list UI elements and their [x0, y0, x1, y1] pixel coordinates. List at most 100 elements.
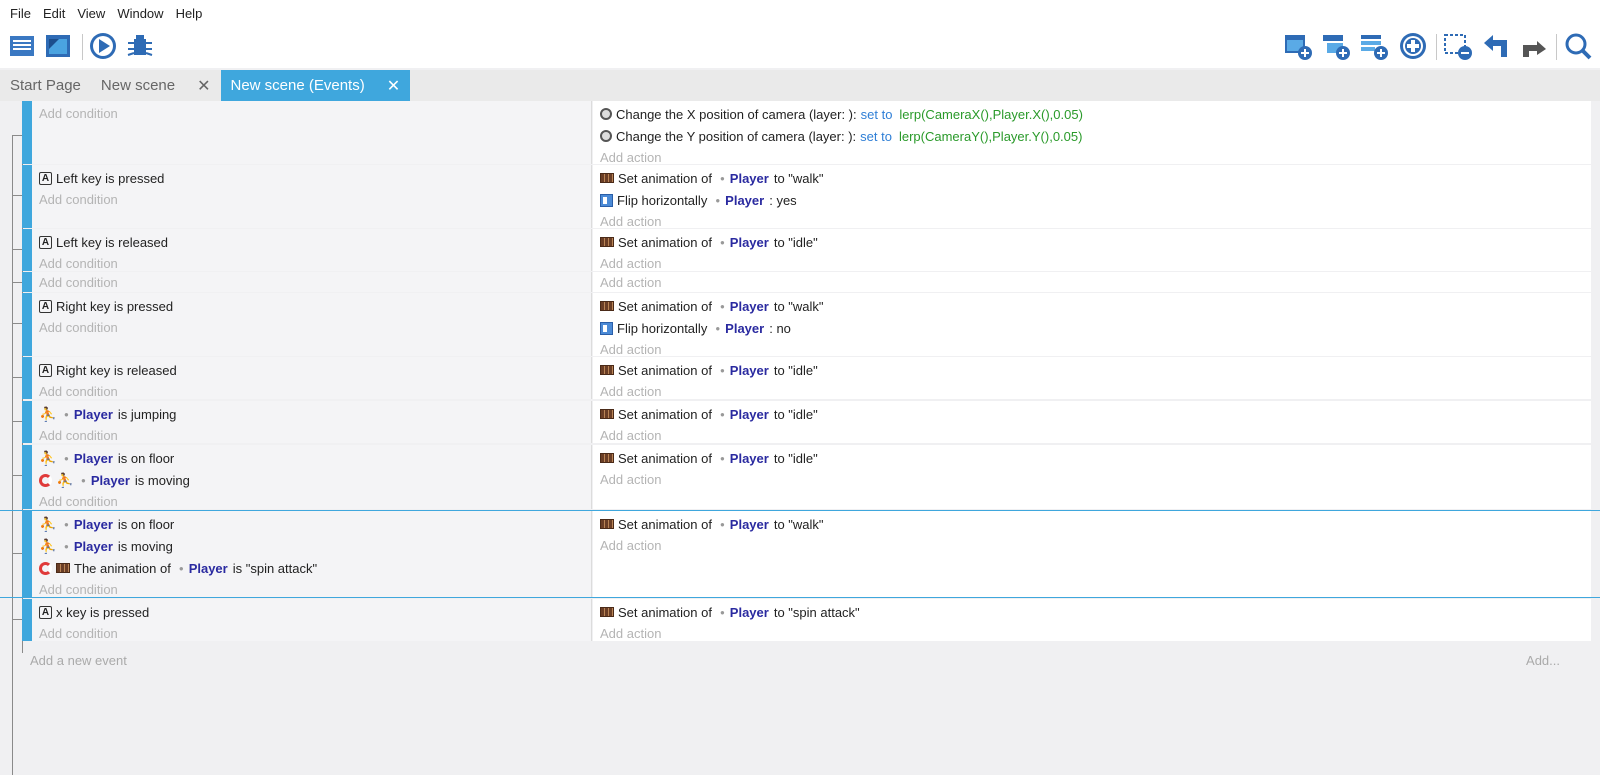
delete-event-icon[interactable] — [1442, 30, 1474, 62]
close-icon[interactable]: ✕ — [197, 76, 210, 96]
add-condition-link[interactable]: Add condition — [32, 491, 591, 511]
conditions-column: A Left key is released Add condition — [32, 229, 592, 271]
conditions-column: A Left key is pressed Add condition — [32, 165, 592, 228]
menu-help[interactable]: Help — [173, 3, 206, 24]
event-row[interactable]: A x key is pressed Add condition Set ani… — [0, 599, 1600, 641]
action-item[interactable]: Set animation of ● Player to "idle" — [593, 231, 1591, 253]
action-item[interactable]: Set animation of ● Player to "idle" — [593, 359, 1591, 381]
condition-item[interactable]: A x key is pressed — [32, 601, 591, 623]
event-row[interactable]: ⛹ ● Player is on floor ⛹ ● Player is movin… — [0, 445, 1600, 509]
add-action-link[interactable]: Add action — [593, 381, 1591, 401]
conditions-column: ⛹ ● Player is jumping Add condition — [32, 401, 592, 443]
event-row[interactable]: Add condition Add action — [0, 272, 1600, 292]
platformer-icon: ⛹ — [39, 449, 57, 466]
condition-item[interactable]: A Right key is released — [32, 359, 591, 381]
add-subevent-icon[interactable] — [1320, 30, 1352, 62]
events-sheet: Add condition Change the X position of c… — [0, 101, 1600, 775]
conditions-column: ⛹ ● Player is on floor ⛹ ● Player is movin… — [32, 445, 592, 509]
event-row-selected[interactable]: ⛹ ● Player is on floor ⛹ ● Player is movin… — [0, 510, 1600, 599]
action-item[interactable]: Change the Y position of camera (layer: … — [593, 125, 1591, 147]
add-condition-link[interactable]: Add condition — [32, 317, 591, 337]
condition-item[interactable]: ⛹ ● Player is jumping — [32, 403, 591, 425]
add-condition-link[interactable]: Add condition — [32, 381, 591, 401]
add-comment-icon[interactable] — [1358, 30, 1390, 62]
action-item[interactable]: Set animation of ● Player to "idle" — [593, 403, 1591, 425]
add-condition-link[interactable]: Add condition — [32, 579, 591, 599]
action-item[interactable]: Set animation of ● Player to "walk" — [593, 513, 1591, 535]
actions-column: Set animation of ● Player to "walk" Flip … — [593, 165, 1591, 231]
add-condition-link[interactable]: Add condition — [32, 103, 591, 123]
action-item[interactable]: Flip horizontally ● Player : no — [593, 317, 1591, 339]
condition-item[interactable]: ⛹ ● Player is moving — [32, 535, 591, 557]
animation-icon — [600, 237, 614, 247]
debugger-icon[interactable] — [124, 30, 156, 62]
actions-column: Set animation of ● Player to "spin attack… — [593, 599, 1591, 641]
conditions-column: Add condition — [32, 101, 592, 164]
add-action-link[interactable]: Add action — [593, 469, 1591, 489]
event-row[interactable]: A Right key is pressed Add condition Set… — [0, 293, 1600, 359]
menu-bar: File Edit View Window Help — [0, 0, 1600, 26]
action-item[interactable]: Flip horizontally ● Player : yes — [593, 189, 1591, 211]
tab-bar: Start Page New scene ✕ New scene (Events)… — [0, 70, 1600, 101]
redo-icon[interactable] — [1518, 30, 1550, 62]
search-icon[interactable] — [1562, 30, 1594, 62]
scene-editor-icon[interactable] — [42, 30, 74, 62]
add-action-link[interactable]: Add action — [593, 425, 1591, 445]
menu-view[interactable]: View — [74, 3, 108, 24]
tab-new-scene-events[interactable]: New scene (Events) ✕ — [220, 70, 411, 101]
close-icon[interactable]: ✕ — [387, 76, 400, 96]
condition-item[interactable]: ⛹ ● Player is on floor — [32, 447, 591, 469]
action-item[interactable]: Set animation of ● Player to "walk" — [593, 295, 1591, 317]
action-item[interactable]: Set animation of ● Player to "idle" — [593, 447, 1591, 469]
add-condition-link[interactable]: Add condition — [32, 272, 591, 292]
condition-item[interactable]: A Left key is pressed — [32, 167, 591, 189]
add-event-icon[interactable] — [1282, 30, 1314, 62]
add-action-link[interactable]: Add action — [593, 211, 1591, 231]
flip-icon — [600, 193, 613, 207]
project-manager-icon[interactable] — [6, 30, 38, 62]
tab-start-page[interactable]: Start Page — [0, 70, 91, 101]
tab-label: New scene (Events) — [230, 77, 365, 94]
event-row[interactable]: ⛹ ● Player is jumping Add condition Set a… — [0, 401, 1600, 443]
action-item[interactable]: Change the X position of camera (layer: … — [593, 103, 1591, 125]
menu-edit[interactable]: Edit — [40, 3, 68, 24]
actions-column: Set animation of ● Player to "walk" Add a… — [593, 511, 1591, 597]
camera-icon — [600, 108, 612, 120]
event-row[interactable]: A Right key is released Add condition Se… — [0, 357, 1600, 399]
add-action-link[interactable]: Add action — [593, 272, 1591, 292]
conditions-column: Add condition — [32, 272, 592, 292]
menu-window[interactable]: Window — [114, 3, 166, 24]
event-row[interactable]: A Left key is released Add condition Set… — [0, 229, 1600, 271]
conditions-column: A x key is pressed Add condition — [32, 599, 592, 641]
add-condition-link[interactable]: Add condition — [32, 623, 591, 643]
add-condition-link[interactable]: Add condition — [32, 189, 591, 209]
condition-item[interactable]: The animation of ● Player is "spin attack… — [32, 557, 591, 579]
platformer-icon: ⛹ — [56, 471, 74, 488]
animation-icon — [600, 173, 614, 183]
add-new-event-link[interactable]: Add a new event — [30, 653, 127, 668]
add-action-link[interactable]: Add action — [593, 253, 1591, 273]
actions-column: Set animation of ● Player to "idle" Add a… — [593, 445, 1591, 509]
add-condition-link[interactable]: Add condition — [32, 425, 591, 445]
condition-item[interactable]: ⛹ ● Player is on floor — [32, 513, 591, 535]
undo-icon[interactable] — [1480, 30, 1512, 62]
add-action-link[interactable]: Add action — [593, 339, 1591, 359]
action-item[interactable]: Set animation of ● Player to "spin attack… — [593, 601, 1591, 623]
condition-item[interactable]: A Left key is released — [32, 231, 591, 253]
condition-item[interactable]: ⛹ ● Player is moving — [32, 469, 591, 491]
toolbar — [0, 26, 1600, 68]
event-row[interactable]: Add condition Change the X position of c… — [0, 101, 1600, 167]
add-more-icon[interactable] — [1397, 30, 1429, 62]
add-more-link[interactable]: Add... — [1526, 653, 1560, 668]
preview-icon[interactable] — [87, 30, 119, 62]
tab-new-scene[interactable]: New scene ✕ — [91, 70, 221, 101]
add-action-link[interactable]: Add action — [593, 147, 1591, 167]
add-action-link[interactable]: Add action — [593, 535, 1591, 555]
conditions-column: A Right key is pressed Add condition — [32, 293, 592, 356]
add-condition-link[interactable]: Add condition — [32, 253, 591, 273]
event-row[interactable]: A Left key is pressed Add condition Set … — [0, 165, 1600, 231]
condition-item[interactable]: A Right key is pressed — [32, 295, 591, 317]
action-item[interactable]: Set animation of ● Player to "walk" — [593, 167, 1591, 189]
menu-file[interactable]: File — [7, 3, 34, 24]
add-action-link[interactable]: Add action — [593, 623, 1591, 643]
